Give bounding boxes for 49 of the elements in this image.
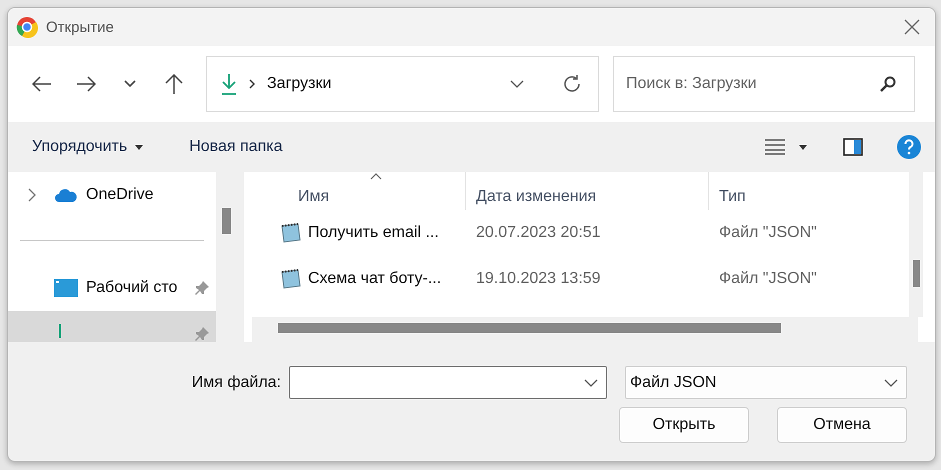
- dropdown-icon: [584, 378, 598, 386]
- arrow-up-icon: [165, 74, 183, 94]
- view-options-button[interactable]: [765, 139, 807, 155]
- desktop-icon: [54, 278, 78, 298]
- column-header[interactable]: Дата изменения: [466, 172, 709, 210]
- cloud-icon: [54, 187, 78, 203]
- filename-field[interactable]: [289, 366, 607, 399]
- file-name[interactable]: Схема чат боту-...: [252, 268, 466, 290]
- sidebar-item[interactable]: OneDrive: [8, 172, 216, 218]
- date-cell-text: 20.07.2023 20:51: [475, 224, 602, 242]
- address-bar[interactable]: Загрузки: [206, 56, 599, 112]
- arrow-right-icon: [76, 76, 96, 92]
- sidebar-item[interactable]: Рабочий сто: [8, 265, 216, 311]
- help-button[interactable]: [897, 135, 921, 159]
- open-button[interactable]: Открыть: [619, 407, 749, 443]
- column-header[interactable]: Имя: [252, 172, 466, 210]
- caret-icon: [799, 144, 807, 150]
- horizontal-scrollbar[interactable]: [252, 317, 918, 342]
- chevron-right-icon[interactable]: [28, 188, 36, 202]
- chevron-down-icon: [124, 80, 136, 88]
- search-field[interactable]: Поиск в: Загрузки: [613, 56, 915, 112]
- download-icon: [221, 73, 237, 95]
- search-input[interactable]: Поиск в: Загрузки: [624, 74, 880, 94]
- organize-button[interactable]: Упорядочить: [32, 138, 144, 156]
- browser-logo-icon: [16, 16, 38, 38]
- caret-icon: [135, 144, 144, 150]
- sort-up-icon: [370, 173, 382, 180]
- search-icon: [880, 76, 896, 92]
- date-cell-text: 19.10.2023 13:59: [475, 270, 602, 288]
- type-cell-text: Файл "JSON": [718, 270, 818, 288]
- list-view-icon: [765, 139, 785, 155]
- file-name[interactable]: Получить email ...: [252, 222, 466, 244]
- preview-pane-icon: [843, 138, 863, 156]
- window-title: Открытие: [46, 18, 115, 36]
- chevron-right-icon: [249, 79, 255, 89]
- type-cell-text: Файл "JSON": [718, 224, 818, 242]
- pin-icon[interactable]: [194, 280, 210, 296]
- dropdown-icon: [510, 80, 524, 88]
- preview-pane-button[interactable]: [843, 138, 863, 156]
- dropdown-icon: [884, 378, 898, 386]
- close-icon: [904, 19, 920, 35]
- address-path: Загрузки: [267, 75, 332, 93]
- cancel-button[interactable]: Отмена: [777, 407, 907, 443]
- arrow-left-icon: [32, 76, 52, 92]
- refresh-icon[interactable]: [562, 74, 582, 94]
- filename-label: Имя файла:: [192, 374, 281, 392]
- file-type-dropdown[interactable]: Файл JSON: [625, 366, 907, 399]
- new-folder-button[interactable]: Новая папка: [189, 138, 282, 156]
- help-icon: [897, 135, 921, 159]
